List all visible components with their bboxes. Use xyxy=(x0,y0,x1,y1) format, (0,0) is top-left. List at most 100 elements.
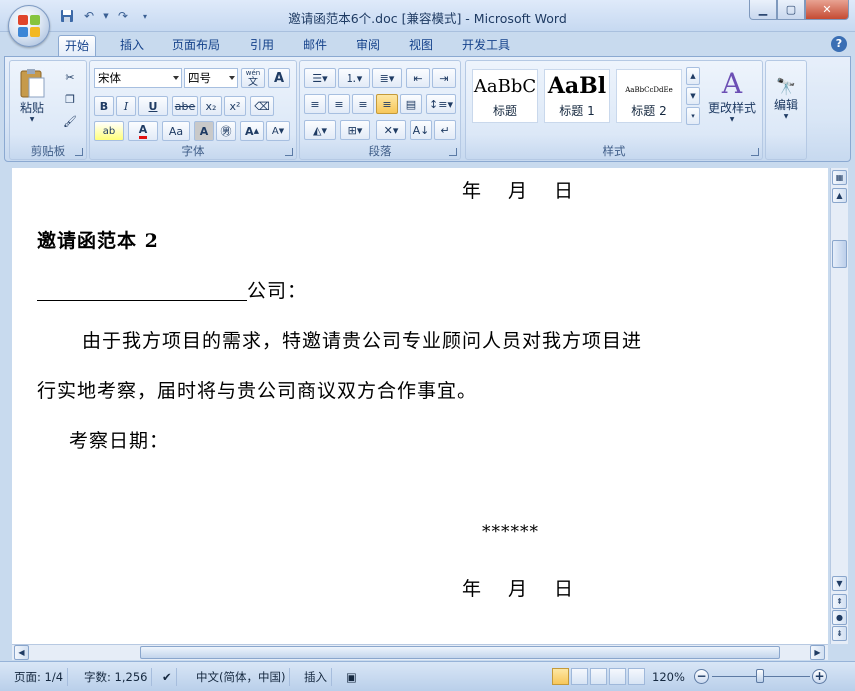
zoom-level[interactable]: 120% xyxy=(648,668,689,686)
decrease-indent-icon[interactable]: ⇤ xyxy=(406,68,430,88)
horizontal-scroll-thumb[interactable] xyxy=(140,646,780,659)
highlighter-icon: ab xyxy=(102,125,116,137)
style-name: 标题 1 xyxy=(559,104,595,118)
clear-formatting-icon[interactable]: ⌫ xyxy=(250,96,274,116)
paste-button[interactable]: 粘贴 ▼ xyxy=(14,63,50,127)
subscript-button[interactable]: x₂ xyxy=(200,96,222,116)
phonetic-guide-button[interactable]: wén 文 xyxy=(241,68,265,88)
tab-page-layout[interactable]: 页面布局 xyxy=(166,35,226,56)
shading-icon[interactable]: ◭▾ xyxy=(304,120,336,140)
borders-icon[interactable]: ⊞▾ xyxy=(340,120,370,140)
style-item-heading-1[interactable]: AaBl 标题 1 xyxy=(544,69,610,123)
select-browse-object-icon[interactable]: ● xyxy=(832,610,847,625)
dialog-launcher-icon[interactable] xyxy=(449,148,457,156)
align-center-icon[interactable]: ≡ xyxy=(328,94,350,114)
style-item-title[interactable]: AaBbC 标题 xyxy=(472,69,538,123)
print-layout-icon[interactable] xyxy=(552,668,569,685)
zoom-out-button[interactable]: − xyxy=(694,669,709,684)
style-item-heading-2[interactable]: AaBbCcDdEe 标题 2 xyxy=(616,69,682,123)
change-styles-button[interactable]: A 更改样式 ▼ xyxy=(704,63,760,129)
scroll-down-icon[interactable]: ▼ xyxy=(832,576,847,591)
macro-record-icon[interactable]: ▣ xyxy=(342,668,361,686)
tab-references[interactable]: 引用 xyxy=(244,35,280,56)
styles-scroll-up-icon[interactable]: ▲ xyxy=(686,67,700,85)
line-spacing-icon[interactable]: ↕≡▾ xyxy=(426,94,456,114)
zoom-in-button[interactable]: + xyxy=(812,669,827,684)
align-left-icon[interactable]: ≡ xyxy=(304,94,326,114)
highlight-button[interactable]: ab xyxy=(94,121,124,141)
scroll-up-icon[interactable]: ▲ xyxy=(832,188,847,203)
tab-home[interactable]: 开始 xyxy=(58,35,97,56)
horizontal-scrollbar[interactable]: ◀ ▶ xyxy=(12,644,828,660)
help-icon[interactable]: ? xyxy=(831,36,847,52)
minimize-button[interactable]: ▁ xyxy=(749,0,777,20)
increase-indent-icon[interactable]: ⇥ xyxy=(432,68,456,88)
grow-font-icon: A xyxy=(245,124,254,138)
multilevel-list-icon[interactable]: ≣▾ xyxy=(372,68,402,88)
char-border-button[interactable]: A xyxy=(268,68,290,88)
font-color-button[interactable]: A xyxy=(128,121,158,141)
superscript-button[interactable]: x² xyxy=(224,96,246,116)
page-indicator[interactable]: 页面: 1/4 xyxy=(10,668,69,686)
word-count[interactable]: 字数: 1,256 xyxy=(80,668,153,686)
styles-more-icon[interactable]: ▾ xyxy=(686,107,700,125)
cut-icon[interactable]: ✂ xyxy=(60,67,80,87)
font-size-value: 四号 xyxy=(188,71,211,85)
dialog-launcher-icon[interactable] xyxy=(751,148,759,156)
draft-view-icon[interactable] xyxy=(628,668,645,685)
tab-view[interactable]: 视图 xyxy=(403,35,439,56)
next-page-icon[interactable]: ⇟ xyxy=(832,626,847,641)
dialog-launcher-icon[interactable] xyxy=(285,148,293,156)
document-page[interactable]: 年 月 日 邀请函范本 2 公司： 由于我方项目的需求，特邀请贵公司专业顾问人员… xyxy=(12,168,828,644)
sort-icon[interactable]: A↓ xyxy=(410,120,432,140)
web-layout-icon[interactable] xyxy=(590,668,607,685)
font-name-combo[interactable]: 宋体 xyxy=(94,68,182,88)
paragraph-1: 由于我方项目的需求，特邀请贵公司专业顾问人员对我方项目进 xyxy=(82,330,643,352)
char-shading-button[interactable]: A xyxy=(194,121,214,141)
close-button[interactable]: ✕ xyxy=(805,0,849,20)
bold-button[interactable]: B xyxy=(94,96,114,116)
distributed-icon[interactable]: ▤ xyxy=(400,94,422,114)
strikethrough-button[interactable]: abe xyxy=(172,96,198,116)
language-indicator[interactable]: 中文(简体，中国) xyxy=(192,668,291,686)
styles-scroll-down-icon[interactable]: ▼ xyxy=(686,87,700,105)
scroll-right-icon[interactable]: ▶ xyxy=(810,645,825,660)
maximize-button[interactable]: ▢ xyxy=(777,0,805,20)
office-logo-icon xyxy=(18,15,40,37)
zoom-slider-knob[interactable] xyxy=(756,669,764,683)
dialog-launcher-icon[interactable] xyxy=(75,148,83,156)
previous-page-icon[interactable]: ⇞ xyxy=(832,594,847,609)
shrink-font-icon: A xyxy=(271,125,279,137)
vertical-scrollbar[interactable]: ▦ ▲ ▼ ⇞ ● ⇟ xyxy=(830,168,848,644)
ruler-toggle-icon[interactable]: ▦ xyxy=(832,170,847,185)
tab-developer[interactable]: 开发工具 xyxy=(456,35,516,56)
show-marks-icon[interactable]: ↵ xyxy=(434,120,456,140)
underline-button[interactable]: U xyxy=(138,96,168,116)
bullets-icon[interactable]: ☰▾ xyxy=(304,68,336,88)
copy-icon[interactable]: ❐ xyxy=(60,89,80,109)
full-screen-reading-icon[interactable] xyxy=(571,668,588,685)
chinese-layout-icon[interactable]: ✕▾ xyxy=(376,120,406,140)
italic-button[interactable]: I xyxy=(116,96,136,116)
enclose-char-button[interactable]: ㊚ xyxy=(216,121,236,141)
outline-view-icon[interactable] xyxy=(609,668,626,685)
insert-mode[interactable]: 插入 xyxy=(300,668,332,686)
align-right-icon[interactable]: ≡ xyxy=(352,94,374,114)
tab-insert[interactable]: 插入 xyxy=(114,35,150,56)
company-suffix: 公司： xyxy=(247,280,308,302)
office-button[interactable] xyxy=(8,5,50,47)
font-size-combo[interactable]: 四号 xyxy=(184,68,238,88)
tab-review[interactable]: 审阅 xyxy=(350,35,386,56)
format-painter-icon[interactable]: 🖌 xyxy=(60,111,80,131)
numbering-icon[interactable]: ⒈▾ xyxy=(338,68,370,88)
change-case-button[interactable]: Aa xyxy=(162,121,190,141)
justify-icon[interactable]: ≡ xyxy=(376,94,398,114)
tab-mailings[interactable]: 邮件 xyxy=(297,35,333,56)
proofing-icon[interactable]: ✔ xyxy=(158,668,177,686)
scroll-thumb[interactable] xyxy=(832,240,847,268)
grow-font-button[interactable]: A ▲ xyxy=(240,121,264,141)
editing-button[interactable]: 🔭 编辑 ▼ xyxy=(768,65,804,131)
scroll-left-icon[interactable]: ◀ xyxy=(14,645,29,660)
date-line-bottom: 年 月 日 xyxy=(462,578,578,600)
shrink-font-button[interactable]: A ▼ xyxy=(266,121,290,141)
